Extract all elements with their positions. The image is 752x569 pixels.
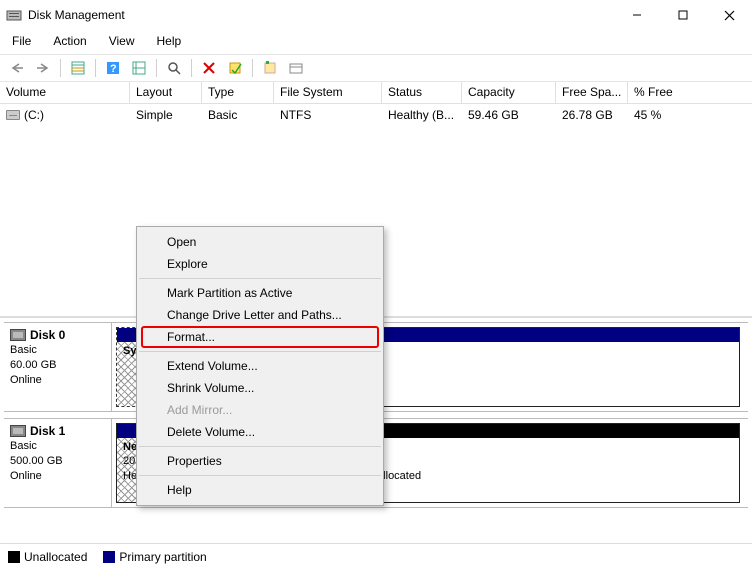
partition[interactable]: B Unallocated xyxy=(356,423,740,503)
cm-mark-active[interactable]: Mark Partition as Active xyxy=(137,282,383,304)
disk-info[interactable]: Disk 1 Basic 500.00 GB Online xyxy=(4,419,112,507)
back-button[interactable] xyxy=(6,57,28,79)
cm-sep xyxy=(139,475,381,476)
app-icon xyxy=(6,7,22,23)
volume-icon xyxy=(6,110,20,120)
delete-button[interactable] xyxy=(198,57,220,79)
title-bar: Disk Management xyxy=(0,0,752,30)
disk-name: Disk 0 xyxy=(30,327,65,343)
cm-sep xyxy=(139,278,381,279)
partition-status: Unallocated xyxy=(363,469,733,483)
cm-explore[interactable]: Explore xyxy=(137,253,383,275)
col-free[interactable]: Free Spa... xyxy=(556,82,628,103)
volume-row[interactable]: (C:) Simple Basic NTFS Healthy (B... 59.… xyxy=(0,104,752,126)
partition-size: B xyxy=(363,454,733,468)
cm-sep xyxy=(139,351,381,352)
partition[interactable] xyxy=(382,327,740,407)
disk-icon xyxy=(10,425,26,437)
toolbar-sep xyxy=(252,59,253,77)
cm-add-mirror[interactable]: Add Mirror... xyxy=(137,399,383,421)
partition-bar xyxy=(357,424,739,438)
cm-format[interactable]: Format... xyxy=(141,326,379,348)
show-hide-tree-button[interactable] xyxy=(67,57,89,79)
disk-size: 60.00 GB xyxy=(10,358,105,373)
volume-type: Basic xyxy=(202,106,274,124)
forward-button[interactable] xyxy=(32,57,54,79)
legend-swatch-primary xyxy=(103,551,115,563)
partition-bar xyxy=(382,328,739,342)
cm-change-letter[interactable]: Change Drive Letter and Paths... xyxy=(137,304,383,326)
disk-size: 500.00 GB xyxy=(10,454,105,469)
toolbar-sep xyxy=(156,59,157,77)
legend-unallocated: Unallocated xyxy=(24,550,87,564)
volume-free: 26.78 GB xyxy=(556,106,628,124)
col-filesystem[interactable]: File System xyxy=(274,82,382,103)
col-volume[interactable]: Volume xyxy=(0,82,130,103)
cm-properties[interactable]: Properties xyxy=(137,450,383,472)
volume-status: Healthy (B... xyxy=(382,106,462,124)
cm-shrink[interactable]: Shrink Volume... xyxy=(137,377,383,399)
col-capacity[interactable]: Capacity xyxy=(462,82,556,103)
disk-info[interactable]: Disk 0 Basic 60.00 GB Online xyxy=(4,323,112,411)
menu-view[interactable]: View xyxy=(105,32,139,50)
disk-state: Online xyxy=(10,373,105,388)
menu-help[interactable]: Help xyxy=(153,32,186,50)
toolbar-sep xyxy=(95,59,96,77)
col-type[interactable]: Type xyxy=(202,82,274,103)
menu-file[interactable]: File xyxy=(8,32,35,50)
legend-swatch-unallocated xyxy=(8,551,20,563)
volume-pct: 45 % xyxy=(628,106,728,124)
disk-kind: Basic xyxy=(10,343,105,358)
toolbar: ? xyxy=(0,54,752,82)
minimize-button[interactable] xyxy=(614,0,660,30)
volume-list-header: Volume Layout Type File System Status Ca… xyxy=(0,82,752,104)
disk-kind: Basic xyxy=(10,439,105,454)
cm-delete[interactable]: Delete Volume... xyxy=(137,421,383,443)
refresh-button[interactable] xyxy=(128,57,150,79)
menu-bar: File Action View Help xyxy=(0,30,752,54)
window-title: Disk Management xyxy=(28,8,614,22)
menu-action[interactable]: Action xyxy=(49,32,90,50)
legend: Unallocated Primary partition xyxy=(0,543,752,569)
col-layout[interactable]: Layout xyxy=(130,82,202,103)
help-button[interactable]: ? xyxy=(102,57,124,79)
cm-open[interactable]: Open xyxy=(137,231,383,253)
disk-state: Online xyxy=(10,469,105,484)
svg-text:?: ? xyxy=(110,63,117,75)
toolbar-sep xyxy=(60,59,61,77)
toolbar-sep xyxy=(191,59,192,77)
rescan-button[interactable] xyxy=(163,57,185,79)
volume-fs: NTFS xyxy=(274,106,382,124)
settings-button[interactable] xyxy=(285,57,307,79)
maximize-button[interactable] xyxy=(660,0,706,30)
cm-sep xyxy=(139,446,381,447)
close-button[interactable] xyxy=(706,0,752,30)
context-menu: Open Explore Mark Partition as Active Ch… xyxy=(136,226,384,506)
volume-name: (C:) xyxy=(24,108,44,122)
disk-icon xyxy=(10,329,26,341)
volume-layout: Simple xyxy=(130,106,202,124)
disk-name: Disk 1 xyxy=(30,423,65,439)
cm-extend[interactable]: Extend Volume... xyxy=(137,355,383,377)
col-pct[interactable]: % Free xyxy=(628,82,728,103)
legend-primary: Primary partition xyxy=(119,550,206,564)
col-status[interactable]: Status xyxy=(382,82,462,103)
properties-button[interactable] xyxy=(259,57,281,79)
window-controls xyxy=(614,0,752,30)
cm-help[interactable]: Help xyxy=(137,479,383,501)
volume-capacity: 59.46 GB xyxy=(462,106,556,124)
action-button[interactable] xyxy=(224,57,246,79)
